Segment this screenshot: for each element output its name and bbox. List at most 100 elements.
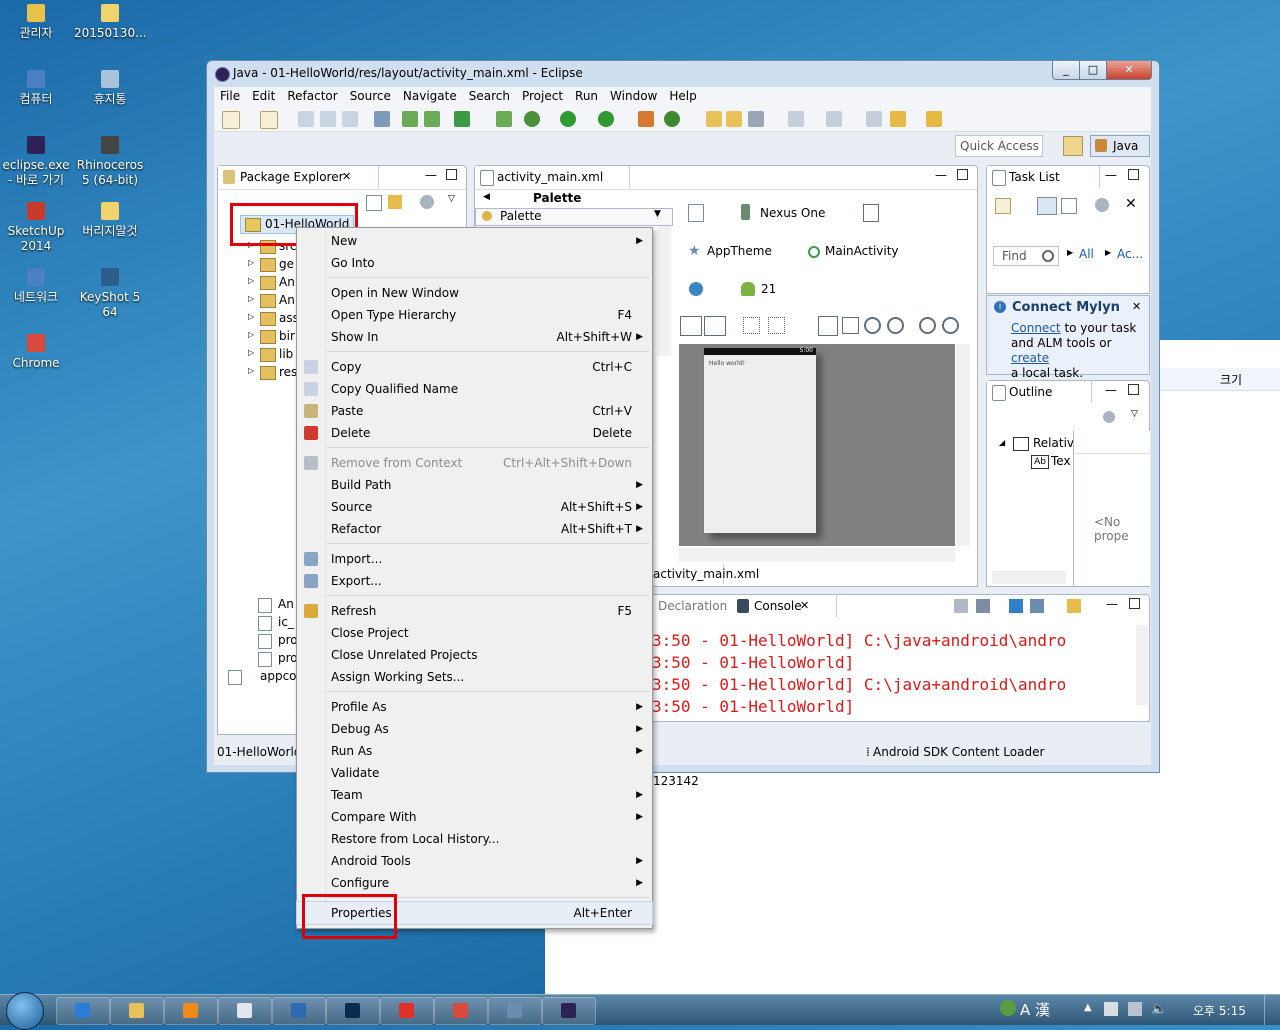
taskbar-app-button[interactable] — [380, 997, 434, 1025]
tab-package-explorer[interactable]: Package Explorer ✕ — [218, 166, 379, 188]
device-selector[interactable]: Nexus One — [760, 206, 825, 220]
minimize-console-icon[interactable]: — — [1106, 597, 1118, 611]
clear-console-icon[interactable] — [954, 599, 968, 613]
network-tray-icon[interactable] — [1128, 1002, 1142, 1016]
new-project-icon[interactable] — [260, 111, 278, 129]
taskbar-app-button[interactable] — [272, 997, 326, 1025]
tree-item[interactable]: appco — [228, 669, 297, 685]
new-java-package-icon[interactable] — [638, 111, 654, 127]
menu-item-export[interactable]: Export... — [297, 570, 652, 592]
taskbar-app-button[interactable] — [434, 997, 488, 1025]
ime-mode[interactable]: A 漢 — [1020, 999, 1050, 1020]
console-output[interactable]: 3:50 - 01-HelloWorld] C:\java+android\an… — [646, 625, 1136, 719]
fit-width-icon[interactable] — [680, 316, 702, 336]
show-desktop-button[interactable] — [1264, 995, 1280, 1025]
taskbar-app-button[interactable] — [326, 997, 380, 1025]
menu-item-show-in[interactable]: Show In Alt+Shift+W ▶ — [297, 326, 652, 348]
palette-collapse-icon[interactable]: ◀ — [483, 192, 490, 202]
taskbar-app-button[interactable] — [218, 997, 272, 1025]
menu-item-assign-working-sets[interactable]: Assign Working Sets... — [297, 666, 652, 688]
new-java-class-icon[interactable] — [664, 111, 680, 127]
task-find-input[interactable]: Find — [993, 246, 1059, 266]
menu-item-run-as[interactable]: Run As ▶ — [297, 740, 652, 762]
open-folder-icon[interactable] — [726, 111, 742, 127]
collapse-icon[interactable]: ✕ — [1125, 196, 1137, 212]
outline-hscrollbar[interactable] — [992, 571, 1066, 584]
open-type-icon[interactable] — [706, 111, 722, 127]
device-screen-preview[interactable]: 5:00 Hello world! — [704, 347, 816, 533]
pin-console-icon[interactable] — [1067, 599, 1081, 613]
print-icon[interactable] — [342, 111, 358, 127]
menu-source[interactable]: Source — [344, 87, 397, 103]
tab-task-list[interactable]: Task List — [987, 166, 1100, 188]
open-perspective-icon[interactable] — [1063, 136, 1083, 156]
desktop-icon[interactable]: SketchUp 2014 — [0, 202, 72, 254]
layout-padding-icon[interactable] — [768, 317, 785, 334]
maximize-console-icon[interactable] — [1129, 598, 1140, 609]
zoom-out-icon[interactable] — [919, 317, 936, 334]
new-icon[interactable] — [222, 111, 240, 129]
maximize-outline-icon[interactable] — [1128, 384, 1139, 395]
expand-arrow-icon[interactable]: ▷ — [248, 294, 254, 303]
desktop-icon[interactable]: Chrome — [0, 334, 72, 371]
tab-xml-source[interactable]: activity_main.xml — [653, 564, 759, 584]
start-button[interactable] — [6, 992, 44, 1030]
fit-height-icon[interactable] — [704, 316, 726, 336]
zoom-actual-icon[interactable] — [864, 317, 881, 334]
menu-navigate[interactable]: Navigate — [397, 87, 463, 103]
menu-item-restore-from-local-history[interactable]: Restore from Local History... — [297, 828, 652, 850]
run-icon[interactable] — [560, 111, 576, 127]
minimize-view-icon[interactable]: — — [425, 168, 437, 182]
close-console-icon[interactable]: ✕ — [800, 595, 809, 617]
menu-help[interactable]: Help — [663, 87, 702, 103]
close-mylyn-icon[interactable]: ✕ — [1132, 300, 1141, 313]
expand-arrow-icon[interactable]: ▷ — [248, 348, 254, 357]
zoom-in-icon[interactable] — [942, 317, 959, 334]
focus-icon[interactable] — [1095, 198, 1109, 212]
expand-arrow-icon[interactable]: ▷ — [248, 276, 254, 285]
external-tools-icon[interactable] — [598, 111, 614, 127]
menu-item-close-project[interactable]: Close Project — [297, 622, 652, 644]
action-center-icon[interactable] — [1104, 1002, 1118, 1016]
menu-item-refactor[interactable]: Refactor Alt+Shift+T ▶ — [297, 518, 652, 540]
new-task-icon[interactable] — [995, 198, 1011, 214]
title-bar[interactable]: Java - 01-HelloWorld/res/layout/activity… — [207, 61, 1159, 87]
create-link[interactable]: create — [1011, 351, 1049, 365]
annotation-icon[interactable] — [788, 111, 804, 127]
palette-scrollbar[interactable] — [657, 226, 671, 356]
menu-item-open-type-hierarchy[interactable]: Open Type Hierarchy F4 — [297, 304, 652, 326]
menu-item-open-in-new-window[interactable]: Open in New Window — [297, 282, 652, 304]
layout-canvas[interactable]: 5:00 Hello world! — [679, 344, 955, 546]
taskbar-app-button[interactable] — [542, 997, 596, 1025]
maximize-task-list-icon[interactable] — [1128, 169, 1139, 180]
menu-item-refresh[interactable]: Refresh F5 — [297, 600, 652, 622]
hello-world-textview[interactable]: Hello world! — [709, 360, 745, 367]
canvas-vertical-scrollbar[interactable] — [956, 344, 970, 546]
view-menu-icon[interactable]: ▽ — [448, 194, 455, 204]
locale-globe-icon[interactable] — [689, 282, 703, 296]
menu-file[interactable]: File — [214, 87, 246, 103]
quick-access-input[interactable]: Quick Access — [955, 135, 1043, 157]
size-column-header[interactable]: 크기 — [1220, 371, 1242, 388]
expand-arrow-icon[interactable]: ▷ — [248, 366, 254, 375]
zoom-100-icon[interactable] — [887, 317, 904, 334]
menu-item-copy-qualified-name[interactable]: Copy Qualified Name — [297, 378, 652, 400]
connect-link[interactable]: Connect — [1011, 321, 1061, 335]
console-scrollbar[interactable] — [1136, 625, 1148, 705]
menu-item-close-unrelated-projects[interactable]: Close Unrelated Projects — [297, 644, 652, 666]
menu-edit[interactable]: Edit — [246, 87, 281, 103]
tab-declaration[interactable]: Declaration — [658, 599, 727, 613]
tab-activity-main-xml[interactable]: activity_main.xml — [475, 166, 630, 188]
android-sdk-manager-icon[interactable] — [402, 111, 418, 127]
layout-margins-icon[interactable] — [743, 317, 760, 334]
save-icon[interactable] — [298, 111, 314, 127]
save-all-icon[interactable] — [320, 111, 336, 127]
maximize-button[interactable]: □ — [1079, 61, 1107, 80]
desktop-icon[interactable]: 버리지말것 — [74, 202, 146, 239]
taskbar-app-button[interactable] — [56, 997, 110, 1025]
expand-arrow-icon[interactable]: ▷ — [248, 330, 254, 339]
menu-item-build-path[interactable]: Build Path ▶ — [297, 474, 652, 496]
activity-selector[interactable]: MainActivity — [825, 244, 899, 258]
close-tab-icon[interactable]: ✕ — [342, 166, 351, 188]
menu-item-android-tools[interactable]: Android Tools ▶ — [297, 850, 652, 872]
